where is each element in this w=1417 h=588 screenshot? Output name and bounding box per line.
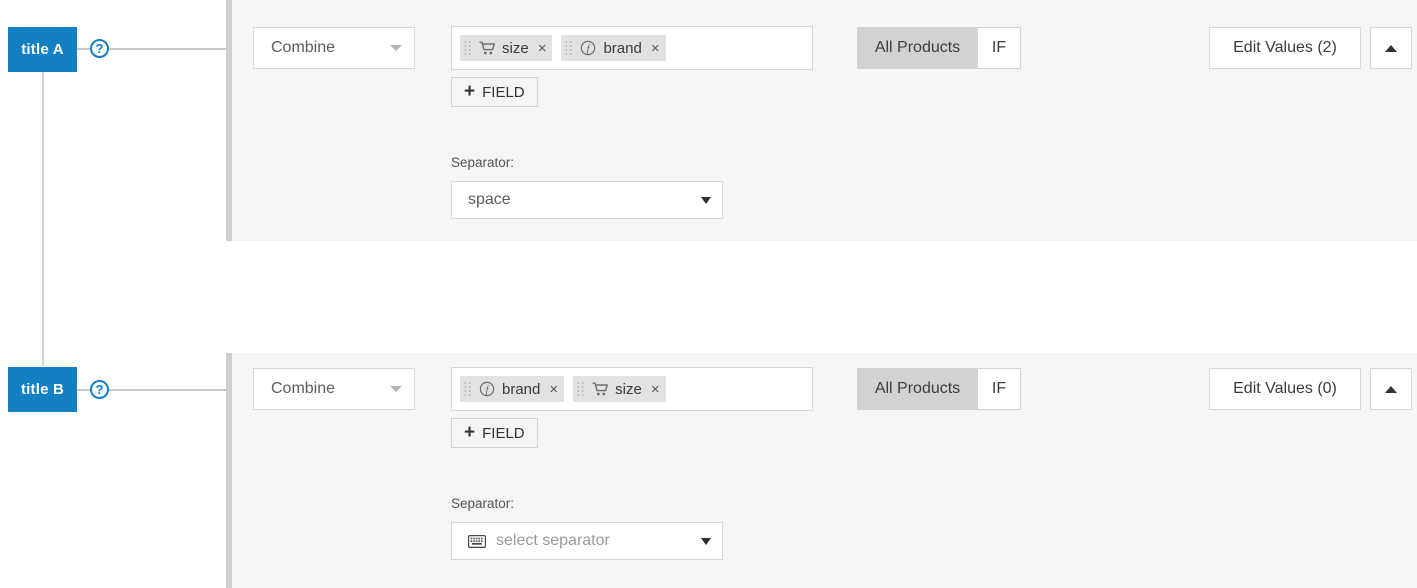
node-badge-a[interactable]: title A <box>8 27 77 72</box>
cart-icon <box>478 41 495 55</box>
tree-connector-horizontal-a <box>109 48 226 50</box>
rule-panel-a: Combine size × f brand × + FIELD Separat… <box>226 0 1417 241</box>
field-token[interactable]: size × <box>460 35 553 61</box>
remove-field-icon[interactable]: × <box>547 382 558 397</box>
keyboard-icon <box>468 534 486 548</box>
separator-select-a[interactable]: space <box>451 181 723 219</box>
field-token[interactable]: f brand × <box>561 35 666 61</box>
chevron-up-icon <box>1385 44 1397 52</box>
tree-connector-stub-a <box>77 48 90 50</box>
chevron-down-icon <box>701 196 711 204</box>
field-token-label: size <box>615 380 642 398</box>
node-title-b: title B <box>20 381 65 398</box>
chevron-up-icon <box>1385 385 1397 393</box>
remove-field-icon[interactable]: × <box>649 382 660 397</box>
separator-value-b: select separator <box>496 532 610 549</box>
scope-if-button-b[interactable]: IF <box>977 368 1021 410</box>
node-badge-b[interactable]: title B <box>8 367 77 412</box>
svg-text:f: f <box>587 44 591 55</box>
field-token-box-b[interactable]: f brand × size × <box>451 367 813 411</box>
add-field-button-a[interactable]: + FIELD <box>451 77 538 107</box>
scope-all-products-button-a[interactable]: All Products <box>857 27 977 69</box>
edit-values-button-a[interactable]: Edit Values (2) <box>1209 27 1361 69</box>
tree-connector-stub-b <box>77 389 90 391</box>
function-icon: f <box>478 381 495 397</box>
field-token-label: brand <box>603 39 642 57</box>
tree-connector-vertical <box>42 72 44 366</box>
scope-toggle-group-a[interactable]: All Products IF <box>857 27 1021 69</box>
add-field-label: FIELD <box>482 424 525 442</box>
scope-all-products-button-b[interactable]: All Products <box>857 368 977 410</box>
field-token[interactable]: f brand × <box>460 376 565 402</box>
separator-label-a: Separator: <box>451 155 515 170</box>
node-title-a: title A <box>21 41 64 58</box>
scope-if-button-a[interactable]: IF <box>977 27 1021 69</box>
chevron-down-icon-a <box>390 45 402 51</box>
cart-icon <box>591 382 608 396</box>
help-circle-icon-b[interactable]: ? <box>90 380 109 399</box>
chevron-down-icon <box>701 537 711 545</box>
flow-editor-canvas: title A ? Combine size × f brand × + FIE… <box>0 0 1417 588</box>
collapse-button-b[interactable] <box>1370 368 1412 410</box>
chevron-down-icon-b <box>390 386 402 392</box>
function-icon: f <box>579 40 596 56</box>
edit-values-button-b[interactable]: Edit Values (0) <box>1209 368 1361 410</box>
drag-handle-icon[interactable] <box>577 381 584 397</box>
operation-select-b[interactable]: Combine <box>253 368 415 410</box>
operation-select-a[interactable]: Combine <box>253 27 415 69</box>
rule-panel-b: Combine f brand × size × + FIELD Separat… <box>226 353 1417 588</box>
scope-toggle-group-b[interactable]: All Products IF <box>857 368 1021 410</box>
field-token-label: brand <box>502 380 541 398</box>
help-circle-icon-a[interactable]: ? <box>90 39 109 58</box>
plus-icon: + <box>464 80 476 102</box>
separator-select-b[interactable]: select separator <box>451 522 723 560</box>
drag-handle-icon[interactable] <box>565 40 573 56</box>
drag-handle-icon[interactable] <box>464 381 471 397</box>
remove-field-icon[interactable]: × <box>649 41 660 56</box>
svg-text:f: f <box>485 385 489 396</box>
operation-select-label-a: Combine <box>271 39 336 56</box>
separator-label-b: Separator: <box>451 496 515 511</box>
field-token-box-a[interactable]: size × f brand × <box>451 26 813 70</box>
remove-field-icon[interactable]: × <box>536 41 547 56</box>
field-token-label: size <box>502 39 529 57</box>
tree-connector-horizontal-b <box>109 389 226 391</box>
field-token[interactable]: size × <box>573 376 666 402</box>
operation-select-label-b: Combine <box>271 380 336 397</box>
plus-icon: + <box>464 421 476 443</box>
add-field-label: FIELD <box>482 83 525 101</box>
add-field-button-b[interactable]: + FIELD <box>451 418 538 448</box>
collapse-button-a[interactable] <box>1370 27 1412 69</box>
separator-value-a: space <box>468 191 511 208</box>
drag-handle-icon[interactable] <box>464 40 471 56</box>
